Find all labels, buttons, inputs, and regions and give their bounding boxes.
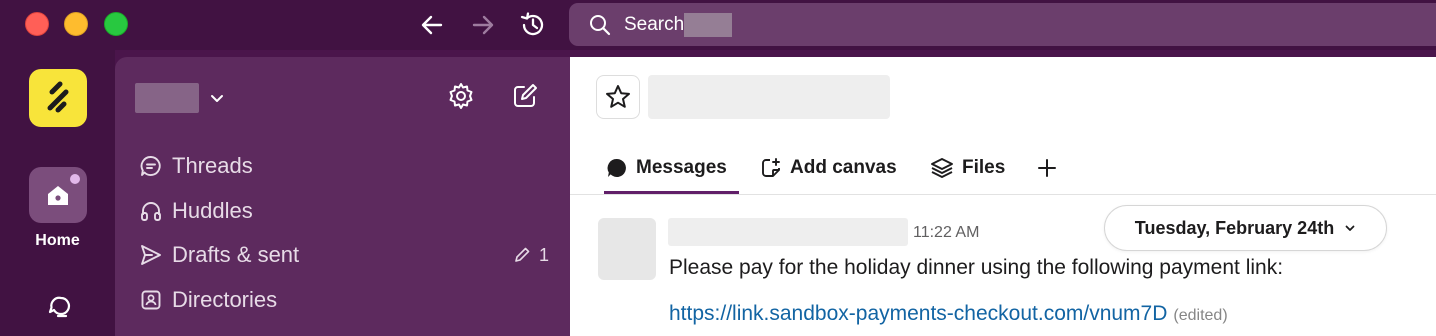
sidebar-item-label: Directories: [172, 287, 278, 312]
channel-sidebar: Threads Huddles Drafts & sent 1 Director…: [115, 57, 570, 336]
send-icon: [139, 243, 163, 267]
messages-icon: [607, 158, 626, 177]
message-text: Please pay for the holiday dinner using …: [669, 256, 1284, 279]
title-bar: Search: [0, 0, 1436, 50]
gear-icon: [449, 83, 473, 109]
search-icon: [589, 14, 611, 36]
avatar[interactable]: [598, 218, 656, 280]
search-bar[interactable]: Search: [569, 3, 1436, 46]
arrow-left-icon: [421, 15, 443, 35]
date-divider-label: Tuesday, February 24th: [1134, 217, 1335, 238]
canvas-icon: [762, 158, 780, 177]
add-tab-button[interactable]: [1036, 143, 1066, 193]
pencil-icon: [515, 247, 530, 262]
compose-button[interactable]: [509, 80, 541, 112]
arrow-right-icon: [472, 15, 494, 35]
workspace-name-redacted: [135, 83, 199, 113]
sidebar-item-directories[interactable]: Directories: [139, 282, 549, 318]
home-nav-label: Home: [35, 232, 80, 249]
dms-nav-button[interactable]: [42, 290, 76, 324]
chevron-down-icon: [1345, 225, 1355, 231]
history-button[interactable]: [518, 10, 548, 40]
workspace-logo-button[interactable]: [29, 69, 87, 127]
search-redacted-text: [684, 12, 733, 37]
forward-button[interactable]: [468, 10, 498, 40]
edited-label: (edited): [1173, 307, 1228, 324]
sidebar-item-threads[interactable]: Threads: [139, 148, 549, 184]
sidebar-item-drafts-sent[interactable]: Drafts & sent 1: [139, 237, 549, 273]
search-placeholder: Search: [624, 13, 685, 35]
back-button[interactable]: [417, 10, 447, 40]
channel-name-redacted: [648, 75, 890, 119]
workspace-logo-icon: [47, 81, 69, 113]
channel-tabs: Messages Add canvas Files: [570, 143, 1436, 195]
drafts-count-badge: 1: [513, 245, 549, 266]
home-nav-button[interactable]: [29, 167, 87, 223]
sender-name-redacted[interactable]: [668, 218, 908, 246]
channel-pane: Messages Add canvas Files 11:22 AM Tuesd…: [570, 57, 1436, 336]
chevron-down-icon: [209, 90, 225, 106]
tab-add-canvas[interactable]: Add canvas: [760, 143, 897, 193]
date-divider-button[interactable]: Tuesday, February 24th: [1104, 205, 1387, 251]
directory-icon: [139, 288, 163, 312]
minimize-window-button[interactable]: [64, 12, 88, 36]
zoom-window-button[interactable]: [104, 12, 128, 36]
tab-label: Add canvas: [790, 157, 897, 178]
history-icon: [520, 12, 544, 36]
tab-label: Messages: [636, 157, 727, 178]
tab-label: Files: [962, 157, 1006, 178]
sidebar-item-label: Drafts & sent: [172, 242, 300, 267]
tab-messages[interactable]: Messages: [604, 143, 739, 194]
workspace-rail: Home: [0, 50, 115, 336]
star-icon: [606, 85, 630, 108]
settings-button[interactable]: [445, 80, 477, 112]
sidebar-item-label: Threads: [172, 153, 253, 178]
message-timestamp[interactable]: 11:22 AM: [913, 224, 979, 242]
tab-files[interactable]: Files: [930, 143, 1005, 193]
chat-bubbles-icon: [48, 296, 70, 318]
drafts-count: 1: [538, 244, 549, 265]
files-icon: [931, 158, 953, 178]
app-window: Search Home Threads Huddles Drafts & sen…: [0, 0, 1436, 336]
message-link-line: https://link.sandbox-payments-checkout.c…: [669, 302, 1228, 326]
unread-dot: [70, 174, 80, 184]
headphones-icon: [139, 199, 163, 223]
payment-link[interactable]: https://link.sandbox-payments-checkout.c…: [669, 302, 1167, 325]
star-channel-button[interactable]: [596, 75, 640, 119]
sidebar-item-label: Huddles: [172, 198, 253, 223]
compose-icon: [514, 84, 537, 107]
sidebar-item-huddles[interactable]: Huddles: [139, 193, 549, 229]
plus-icon: [1038, 159, 1056, 177]
workspace-name-button[interactable]: [135, 83, 225, 113]
threads-icon: [139, 154, 163, 178]
close-window-button[interactable]: [25, 12, 49, 36]
home-icon: [48, 186, 68, 205]
